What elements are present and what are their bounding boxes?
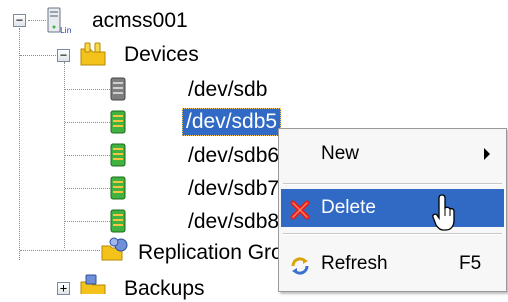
disk-green-icon: [108, 143, 128, 167]
menu-item-delete-label: Delete: [321, 197, 376, 218]
tree-node-device-selected[interactable]: /dev/sdb5: [182, 108, 282, 136]
disk-green-icon: [108, 209, 128, 233]
disk-gray-icon: [108, 77, 128, 101]
expand-toggle-backups[interactable]: +: [57, 282, 70, 295]
menu-separator: [283, 183, 502, 185]
tree-node-device[interactable]: /dev/sdb8: [188, 209, 279, 235]
tree-node-device[interactable]: /dev/sdb6: [188, 143, 279, 169]
tree-node-backups[interactable]: Backups: [124, 276, 205, 302]
delete-x-icon: [289, 197, 311, 220]
replication-groups-icon: [100, 236, 130, 264]
lin-badge: Lin: [60, 26, 72, 34]
disk-green-icon: [108, 176, 128, 200]
context-menu: New Delete Refresh F5: [278, 128, 507, 292]
menu-item-refresh-label: Refresh: [321, 253, 388, 274]
menu-separator: [283, 233, 502, 235]
menu-item-refresh-shortcut: F5: [459, 253, 482, 274]
linux-server-icon: Lin: [46, 6, 76, 35]
menu-item-new[interactable]: New: [281, 135, 504, 173]
collapse-toggle-root[interactable]: −: [13, 14, 26, 27]
tree-node-device[interactable]: /dev/sdb7: [188, 176, 279, 202]
refresh-icon: [289, 253, 311, 275]
devices-folder-icon: [78, 40, 108, 68]
submenu-arrow-icon: [484, 148, 490, 160]
menu-item-refresh[interactable]: Refresh F5: [281, 245, 504, 283]
menu-item-new-label: New: [321, 143, 360, 164]
disk-green-icon: [108, 110, 128, 134]
backups-folder-icon: [78, 273, 108, 294]
menu-item-delete[interactable]: Delete: [281, 189, 504, 227]
collapse-toggle-devices[interactable]: −: [57, 49, 70, 62]
tree-node-devices[interactable]: Devices: [124, 42, 199, 68]
tree-node-root[interactable]: acmss001: [92, 8, 188, 34]
tree-node-replication-groups[interactable]: Replication Groups: [138, 240, 278, 266]
tree-node-device[interactable]: /dev/sdb: [188, 77, 267, 103]
mouse-pointer-icon: [432, 193, 458, 233]
